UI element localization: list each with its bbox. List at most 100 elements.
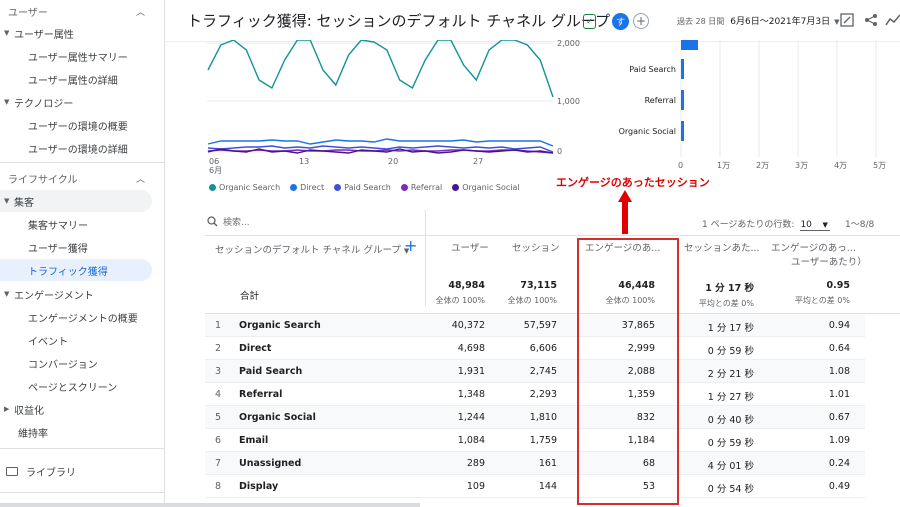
row-sessions: 57,597 [523,320,557,331]
sidebar-item-demographics[interactable]: ▼ ユーザー属性 [0,22,164,44]
row-users: 1,348 [457,389,485,400]
rows-per-page-select[interactable]: 10 [800,220,830,231]
bar-category-label: Referral [645,96,676,105]
sidebar-item-tech-details[interactable]: ユーザーの環境の詳細 [0,137,164,159]
column-header-sessions[interactable]: セッション [512,240,560,254]
row-users: 1,084 [457,435,485,446]
table-row[interactable]: 4 Referral 1,348 2,293 1,359 1 分 27 秒 1.01 [205,383,865,406]
table-row[interactable]: 1 Organic Search 40,372 57,597 37,865 1 分 17 … [205,314,865,337]
sidebar-item-engagement-overview[interactable]: エンゲージメントの概要 [0,306,164,328]
date-range-picker[interactable]: 過去 28 日間 6月6日～2021年7月3日 ▼ [677,14,839,27]
legend-item-direct[interactable]: Direct [290,183,324,192]
sidebar-item-demographics-details[interactable]: ユーザー属性の詳細 [0,68,164,90]
row-channel-name: Display [239,481,279,492]
sidebar-item-monetization[interactable]: ▶ 収益化 [0,398,164,420]
row-avg-duration: 0 分 59 秒 [707,438,754,449]
column-header-avg-duration[interactable]: セッションあた... [684,240,760,254]
sidebar-item-traffic-acquisition[interactable]: トラフィック獲得 [0,259,152,281]
add-dimension-icon[interactable]: + [404,236,417,255]
row-engaged-sessions: 53 [642,481,655,492]
legend-item-organic-search[interactable]: Organic Search [209,183,280,192]
table-row[interactable]: 8 Display 109 144 53 0 分 54 秒 0.49 [205,475,865,498]
row-avg-duration: 0 分 54 秒 [707,484,754,495]
page-title: トラフィック獲得: セッションのデフォルト チャネル グループ [187,12,611,30]
bar-category-label: Paid Search [629,65,676,74]
legend-dot [452,184,460,191]
caret-down-icon: ▼ [4,197,10,205]
rows-per-page-label: 1 ページあたりの行数: [702,220,795,230]
sidebar-item-acquisition[interactable]: ▼ 集客 [0,190,152,212]
sidebar-item-engagement[interactable]: ▼ エンゲージメント [0,283,164,305]
legend-item-referral[interactable]: Referral [400,183,442,192]
sidebar-item-conversions[interactable]: コンバージョン [0,352,164,374]
table-row[interactable]: 2 Direct 4,698 6,606 2,999 0 分 59 秒 0.64 [205,337,865,360]
table-row[interactable]: 7 Unassigned 289 161 68 4 分 01 秒 0.24 [205,452,865,475]
total-subtext: 平均との差 0% [794,296,850,305]
sidebar-item-pages-screens[interactable]: ページとスクリーン [0,375,164,397]
legend-item-organic-social[interactable]: Organic Social [452,183,520,192]
row-channel-name: Direct [239,343,272,354]
insights-icon[interactable] [884,11,900,29]
x-tick-label: 13 [299,157,309,166]
legend-dot [334,184,342,191]
sidebar-section-lifecycle[interactable]: ライフサイクル ︿ [0,167,164,189]
sidebar-item-user-acquisition[interactable]: ユーザー獲得 [0,236,164,258]
sidebar-section-users[interactable]: ユーザー ︿ [0,0,164,22]
row-index: 8 [215,481,222,492]
legend-label: Organic Social [462,183,520,192]
sidebar-item-demographics-overview[interactable]: ユーザー属性サマリー [0,45,164,67]
share-icon[interactable] [862,11,880,29]
row-avg-duration: 0 分 59 秒 [707,346,754,357]
sidebar-section-label: ユーザー [8,7,48,19]
search-input[interactable] [223,215,413,231]
add-comparison-icon[interactable]: + [633,13,649,29]
sidebar-item-events[interactable]: イベント [0,329,164,351]
edit-report-icon[interactable] [838,11,856,29]
dimension-header[interactable]: セッションのデフォルト チャネル グループ ▼ [215,242,409,256]
table-row[interactable]: 6 Email 1,084 1,759 1,184 0 分 59 秒 1.09 [205,429,865,452]
row-avg-duration: 2 分 21 秒 [707,369,754,380]
x-tick-label: 06 [209,157,219,166]
legend-dot [209,184,216,191]
sidebar-item-label: ページとスクリーン [28,382,118,394]
row-engaged-sessions: 1,359 [627,389,655,400]
row-engaged-sessions: 2,088 [627,366,655,377]
rows-per-page: 1 ページあたりの行数: 10 [702,217,830,231]
row-sessions: 6,606 [529,343,557,354]
table-row[interactable]: 3 Paid Search 1,931 2,745 2,088 2 分 21 秒 1.08 [205,360,865,383]
column-header-users[interactable]: ユーザー [451,240,489,254]
table-row[interactable]: 5 Organic Social 1,244 1,810 832 0 分 40 秒 0.67 [205,406,865,429]
date-range-value: 6月6日～2021年7月3日 [730,17,831,27]
report-status-icon[interactable]: ✓ [583,14,596,29]
row-engaged-per-user: 0.64 [828,343,850,354]
row-users: 4,698 [457,343,485,354]
sidebar-item-library[interactable]: ライブラリ [0,460,164,482]
row-users: 109 [466,481,485,492]
bar [681,90,684,110]
row-sessions: 2,293 [529,389,557,400]
row-index: 2 [215,343,222,354]
sidebar-item-acquisition-overview[interactable]: 集客サマリー [0,213,164,235]
line-chart: 2,000 1,000 0 06 13 20 27 6月 [207,40,580,175]
search-icon [207,216,219,228]
row-avg-duration: 0 分 40 秒 [707,415,754,426]
bar [681,40,698,50]
row-sessions: 1,810 [529,412,557,423]
sidebar-item-tech[interactable]: ▼ テクノロジー [0,91,164,113]
totals-row: 合計 48,984 全体の 100% 73,115 全体の 100% 46,448 全… [205,276,900,314]
row-users: 289 [466,458,485,469]
total-subtext: 全体の 100% [435,296,485,305]
legend-item-paid-search[interactable]: Paid Search [334,183,391,192]
row-sessions: 2,745 [529,366,557,377]
sidebar-item-retention[interactable]: 維持率 [0,421,164,443]
avatar[interactable]: す [612,13,629,30]
row-users: 1,244 [457,412,485,423]
column-header-engaged-sessions[interactable]: エンゲージのあ... [585,240,660,254]
row-index: 6 [215,435,222,446]
sidebar-item-label: ユーザー属性 [14,29,74,41]
y-tick-label: 0 [557,147,562,156]
line-chart-series [207,40,554,154]
horizontal-scrollbar[interactable] [0,503,420,507]
column-header-engaged-per-user[interactable]: エンゲージのあっ... ユーザーあたり） [771,240,867,268]
sidebar-item-tech-overview[interactable]: ユーザーの環境の概要 [0,114,164,136]
